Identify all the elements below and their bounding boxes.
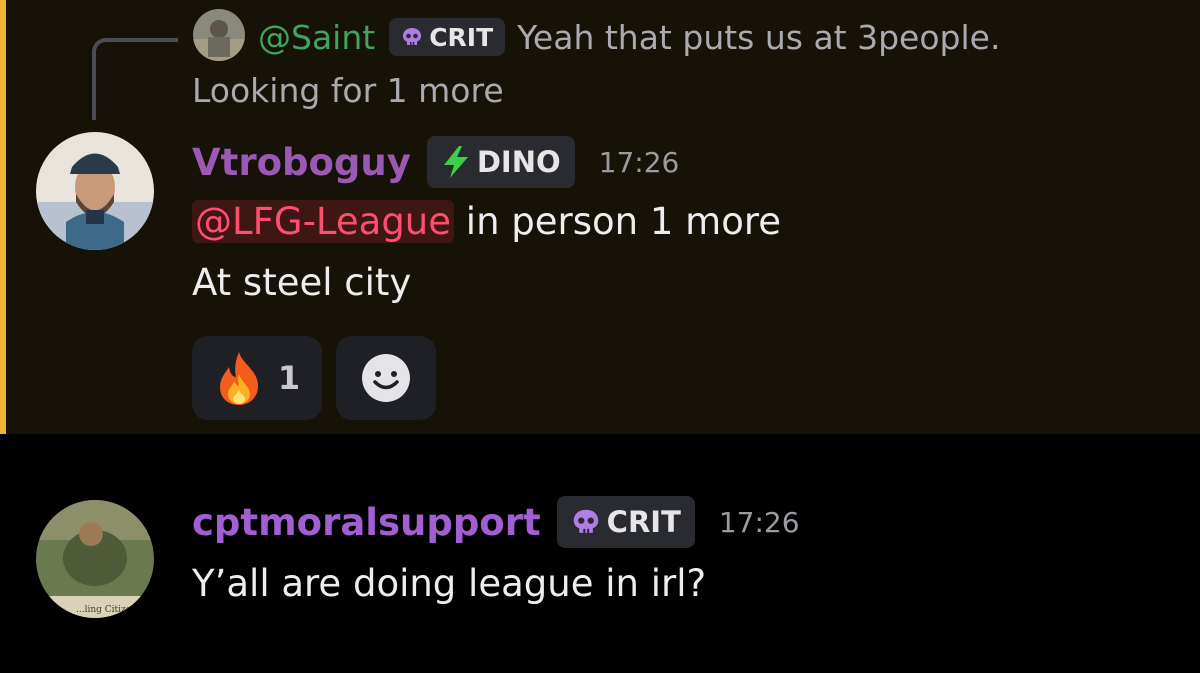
lightning-icon [443, 146, 468, 178]
reply-preview[interactable]: @Saint CRIT Yeah that puts us at 3people… [258, 12, 1000, 62]
message-line-1: @LFG-League in person 1 more [192, 196, 781, 248]
avatar-caption: ...ling Citizen [76, 605, 137, 615]
mention-highlight-bar [0, 0, 6, 434]
reply-role-badge: CRIT [389, 18, 506, 56]
role-badge-label-2: CRIT [606, 505, 681, 539]
message-text: in person 1 more [454, 200, 782, 243]
username[interactable]: Vtroboguy [192, 141, 411, 184]
message-header-2: cptmoralsupport CRIT 17:26 [192, 494, 800, 550]
role-badge: DINO [426, 136, 575, 188]
reply-text-line1: Yeah that puts us at 3people. [517, 17, 1001, 57]
avatar-vtroboguy[interactable] [36, 132, 154, 250]
username-2[interactable]: cptmoralsupport [192, 501, 541, 544]
reaction-count: 1 [277, 359, 301, 397]
role-badge-label: DINO [476, 145, 561, 179]
skull-icon [403, 28, 422, 45]
reply-text-line2: Looking for 1 more [192, 71, 504, 110]
message-text-2: Y’all are doing league in irl? [192, 562, 707, 605]
add-reaction-icon [362, 354, 410, 402]
reply-username[interactable]: @Saint [258, 18, 375, 57]
timestamp-2: 17:26 [718, 505, 800, 539]
role-badge-2: CRIT [556, 496, 695, 548]
reply-badge-label: CRIT [429, 22, 494, 52]
avatar-cptmoralsupport[interactable]: ...ling Citizen [36, 500, 154, 618]
fire-icon [219, 352, 258, 405]
reaction-fire[interactable]: 1 [192, 336, 322, 420]
reply-avatar[interactable] [193, 9, 245, 61]
timestamp: 17:26 [598, 145, 680, 179]
message-header: Vtroboguy DINO 17:26 [192, 134, 679, 190]
message-line-2: At steel city [192, 261, 412, 304]
skull-icon [573, 509, 598, 533]
reply-connector [92, 38, 178, 120]
add-reaction-button[interactable] [336, 336, 436, 420]
role-mention[interactable]: @LFG-League [192, 200, 455, 243]
